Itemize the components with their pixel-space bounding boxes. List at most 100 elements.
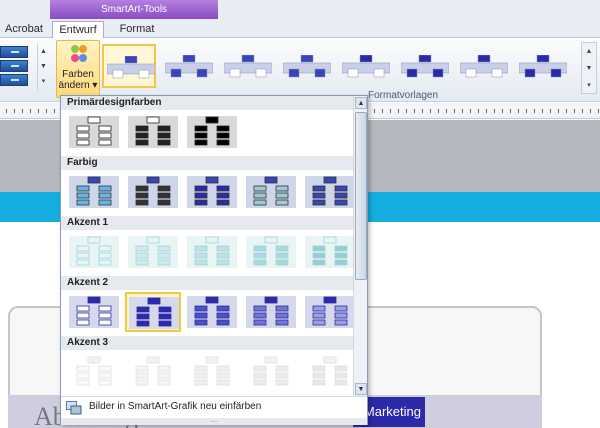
scroll-up-icon[interactable]: ▲ [38, 44, 49, 59]
scroll-down-arrow-icon[interactable]: ▼ [355, 383, 367, 395]
styles-gallery-scroller[interactable]: ▲ ▼ ▾ [581, 42, 597, 94]
ruler-tick [598, 109, 599, 113]
color-variation-option[interactable] [66, 292, 122, 332]
smartart-style-option[interactable] [102, 44, 156, 88]
ruler-tick [46, 109, 47, 113]
color-variation-option[interactable] [125, 292, 181, 332]
recolor-pictures-label: Bilder in SmartArt-Grafik neu einfärben [89, 401, 262, 412]
tab-acrobat[interactable]: Acrobat [4, 21, 44, 39]
scroll-thumb[interactable] [355, 112, 367, 280]
change-colors-label-line1: Farben [62, 69, 94, 80]
smartart-style-option[interactable] [456, 44, 510, 88]
smartart-tools-context-header: SmartArt-Tools [50, 0, 218, 19]
ruler-tick [486, 109, 487, 113]
change-colors-label-line2: ändern ▾ [58, 80, 98, 91]
smartart-style-option[interactable] [338, 44, 392, 88]
ruler-tick [494, 109, 495, 113]
color-variation-option[interactable] [243, 172, 299, 212]
recolor-pictures-item[interactable]: Bilder in SmartArt-Grafik neu einfärben [61, 396, 367, 418]
color-variation-option[interactable] [125, 352, 181, 392]
gallery-down-icon[interactable]: ▼ [582, 60, 596, 77]
color-variation-option[interactable] [243, 292, 299, 332]
recolor-pictures-icon [66, 401, 82, 415]
color-variation-option[interactable] [184, 112, 240, 152]
ruler-tick [38, 109, 39, 113]
add-shape-layout-button[interactable] [0, 46, 28, 58]
right-to-left-layout-button[interactable] [0, 74, 28, 86]
color-palette-icon [71, 45, 87, 62]
ruler-tick [550, 109, 551, 113]
section-header: Akzent 2 [61, 276, 353, 290]
smartart-style-option[interactable] [220, 44, 274, 88]
smartart-styles-gallery [102, 44, 580, 90]
color-variation-option[interactable] [184, 232, 240, 272]
color-variation-option[interactable] [125, 232, 181, 272]
scroll-up-arrow-icon[interactable]: ▲ [355, 97, 367, 109]
color-variation-option[interactable] [184, 352, 240, 392]
ruler-tick [414, 109, 415, 113]
color-variation-option[interactable] [302, 232, 358, 272]
layout-gallery-scroll[interactable]: ▲ ▼ ▾ [37, 44, 49, 90]
dropdown-scrollbar[interactable]: ▲ ▼ [353, 96, 367, 396]
tab-entwurf[interactable]: Entwurf [52, 21, 104, 39]
color-variation-option[interactable] [184, 172, 240, 212]
ruler-tick [30, 109, 31, 113]
ruler-tick [430, 109, 431, 113]
ruler-tick [54, 109, 55, 113]
color-variation-option[interactable] [125, 172, 181, 212]
section-header: Akzent 1 [61, 216, 353, 230]
ruler-tick [502, 109, 503, 113]
ruler-tick [446, 109, 447, 113]
ruler-tick [6, 109, 7, 113]
color-variation-option[interactable] [125, 112, 181, 152]
color-variation-option[interactable] [66, 232, 122, 272]
section-header: Farbig [61, 156, 353, 170]
ruler-tick [566, 109, 567, 113]
smartart-style-option[interactable] [161, 44, 215, 88]
ruler-tick [22, 109, 23, 113]
color-variation-option[interactable] [302, 172, 358, 212]
expand-gallery-icon[interactable]: ▾ [38, 74, 49, 89]
ruler-tick [590, 109, 591, 113]
ruler-tick [518, 109, 519, 113]
ruler-tick [390, 109, 391, 113]
gallery-more-icon[interactable]: ▾ [582, 77, 596, 94]
ruler-tick [558, 109, 559, 113]
styles-group-label: Formatvorlagen [368, 90, 439, 101]
ribbon-body: ▲ ▼ ▾ Farben ändern ▾ ▲ ▼ ▾ [0, 38, 600, 102]
color-variation-option[interactable] [243, 352, 299, 392]
section-header: Primärdesignfarben [61, 96, 353, 110]
ruler-tick [374, 109, 375, 113]
ruler-tick [582, 109, 583, 113]
color-variation-option[interactable] [184, 292, 240, 332]
color-variation-option[interactable] [302, 292, 358, 332]
resize-grip-icon[interactable]: .... [61, 417, 367, 425]
smartart-style-option[interactable] [397, 44, 451, 88]
ruler-tick [542, 109, 543, 113]
color-variation-option[interactable] [66, 172, 122, 212]
gallery-up-icon[interactable]: ▲ [582, 43, 596, 60]
ruler-tick [438, 109, 439, 113]
ribbon-tab-bar: SmartArt-Tools Acrobat Entwurf Format [0, 0, 600, 39]
color-variation-option[interactable] [66, 112, 122, 152]
smartart-style-option[interactable] [279, 44, 333, 88]
ruler-tick [454, 109, 455, 113]
ruler-tick [510, 109, 511, 113]
bullet-layout-button[interactable] [0, 60, 28, 72]
ruler-tick [534, 109, 535, 113]
color-variation-option[interactable] [302, 352, 358, 392]
ruler-tick [478, 109, 479, 113]
ruler-tick [574, 109, 575, 113]
ruler-tick [470, 109, 471, 113]
color-variation-option[interactable] [243, 232, 299, 272]
tab-format[interactable]: Format [113, 21, 161, 39]
ruler-tick [422, 109, 423, 113]
change-colors-button[interactable]: Farben ändern ▾ [56, 40, 100, 98]
color-variation-option[interactable] [66, 352, 122, 392]
smartart-style-option[interactable] [515, 44, 569, 88]
ruler-tick [526, 109, 527, 113]
ruler-tick [462, 109, 463, 113]
scroll-down-icon[interactable]: ▼ [38, 59, 49, 74]
ruler-tick [398, 109, 399, 113]
ruler-tick [406, 109, 407, 113]
